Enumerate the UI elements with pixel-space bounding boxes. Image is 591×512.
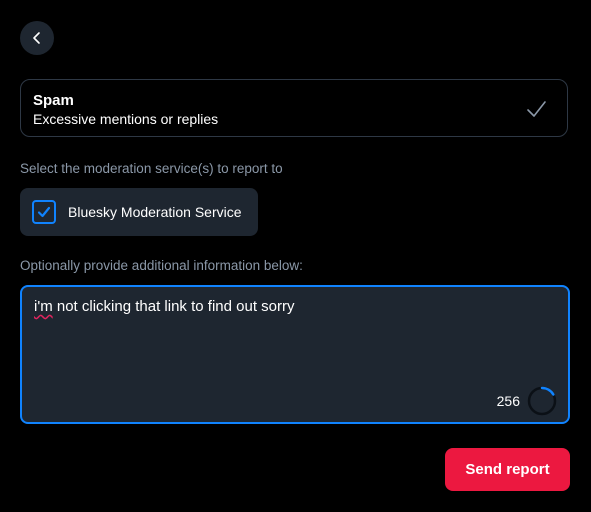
back-button[interactable] xyxy=(20,21,54,55)
misspelled-word: i'm xyxy=(34,298,53,315)
report-reason-card[interactable]: Spam Excessive mentions or replies xyxy=(20,79,568,137)
check-icon xyxy=(527,101,546,117)
char-count: 256 xyxy=(496,393,520,409)
report-dialog: Spam Excessive mentions or replies Selec… xyxy=(0,0,591,512)
details-text: i'm not clicking that link to find out s… xyxy=(34,298,294,315)
service-label: Bluesky Moderation Service xyxy=(68,204,242,220)
chevron-left-icon xyxy=(33,32,40,44)
reason-title: Spam xyxy=(33,92,74,109)
details-label: Optionally provide additional informatio… xyxy=(20,258,303,273)
send-report-button[interactable]: Send report xyxy=(445,448,570,491)
checkbox-checked-icon[interactable] xyxy=(32,200,56,224)
details-textarea[interactable]: i'm not clicking that link to find out s… xyxy=(20,285,570,424)
details-text-rest: not clicking that link to find out sorry xyxy=(52,298,295,315)
progress-ring-icon xyxy=(527,386,557,416)
services-label: Select the moderation service(s) to repo… xyxy=(20,161,283,176)
check-icon xyxy=(37,206,51,218)
reason-description: Excessive mentions or replies xyxy=(33,111,219,127)
service-option-bluesky-moderation[interactable]: Bluesky Moderation Service xyxy=(20,188,258,236)
